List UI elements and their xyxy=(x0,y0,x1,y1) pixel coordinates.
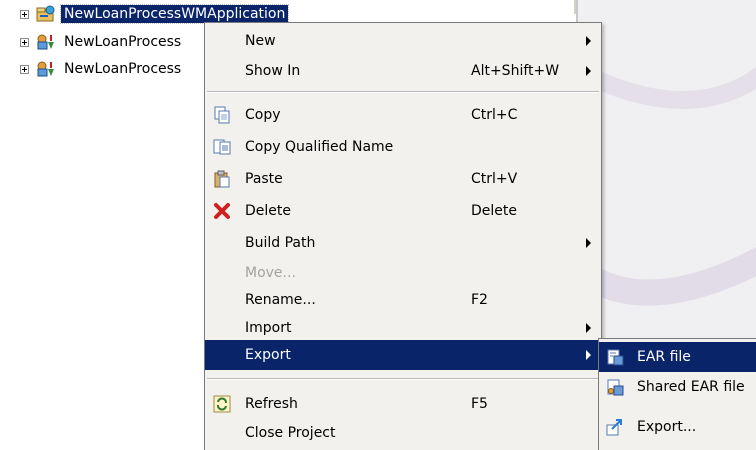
ejb-project-icon xyxy=(35,33,57,51)
menu-item-paste[interactable]: Paste Ctrl+V xyxy=(205,164,601,194)
menu-item-build-path[interactable]: Build Path xyxy=(205,228,601,258)
expand-toggle-icon[interactable] xyxy=(20,64,29,74)
context-menu: New Show In Alt+Shift+W Copy Ctrl+C Copy… xyxy=(204,22,602,450)
submenu-arrow-icon xyxy=(586,350,591,360)
ejb-project-icon xyxy=(35,60,57,78)
expand-toggle-icon[interactable] xyxy=(20,37,29,47)
shared-ear-file-icon xyxy=(606,378,624,396)
menu-item-show-in[interactable]: Show In Alt+Shift+W xyxy=(205,56,601,86)
submenu-arrow-icon xyxy=(586,238,591,248)
menu-item-close-project[interactable]: Close Project xyxy=(205,418,601,448)
application-project-icon xyxy=(35,5,57,23)
tree-item-label[interactable]: NewLoanProcessWMApplication xyxy=(59,4,290,24)
menu-item-shortcut: Alt+Shift+W xyxy=(471,63,560,79)
menu-item-shortcut: F2 xyxy=(471,292,488,308)
export-wizard-icon xyxy=(606,418,624,436)
submenu-item-shared-ear-file[interactable]: Shared EAR file xyxy=(599,372,756,402)
menu-item-label: Import xyxy=(245,320,292,336)
submenu-arrow-icon xyxy=(586,323,591,333)
submenu-item-label: Shared EAR file xyxy=(637,379,745,395)
menu-item-label: Copy Qualified Name xyxy=(245,139,394,155)
refresh-icon xyxy=(213,395,231,413)
menu-item-label: Build Path xyxy=(245,235,316,251)
export-submenu: EAR file Shared EAR file Export... xyxy=(598,338,756,450)
menu-item-delete[interactable]: Delete Delete xyxy=(205,196,601,226)
expand-toggle-icon[interactable] xyxy=(20,9,29,19)
submenu-arrow-icon xyxy=(586,66,591,76)
tree-item-ejb-project-2[interactable]: NewLoanProcess xyxy=(20,58,184,80)
menu-separator xyxy=(207,378,599,380)
menu-item-new[interactable]: New xyxy=(205,26,601,56)
menu-item-label: Copy xyxy=(245,107,281,123)
menu-item-import[interactable]: Import xyxy=(205,313,601,343)
menu-item-label: Export xyxy=(245,347,291,363)
copy-icon xyxy=(213,106,231,124)
menu-item-move: Move... xyxy=(205,258,601,288)
menu-item-copy-qualified-name[interactable]: Copy Qualified Name xyxy=(205,132,601,162)
menu-item-label: Move... xyxy=(245,265,296,281)
menu-item-shortcut: F5 xyxy=(471,396,488,412)
menu-item-shortcut: Ctrl+V xyxy=(471,171,518,187)
submenu-item-label: Export... xyxy=(637,419,697,435)
menu-item-shortcut: Ctrl+C xyxy=(471,107,518,123)
menu-item-label: Delete xyxy=(245,203,291,219)
menu-item-label: Close Project xyxy=(245,425,336,441)
submenu-item-export[interactable]: Export... xyxy=(599,412,756,442)
paste-icon xyxy=(213,170,231,188)
submenu-item-ear-file[interactable]: EAR file xyxy=(599,342,756,372)
menu-item-refresh[interactable]: Refresh F5 xyxy=(205,389,601,419)
tree-item-label[interactable]: NewLoanProcess xyxy=(61,33,184,51)
tree-item-label[interactable]: NewLoanProcess xyxy=(61,60,184,78)
menu-item-label: Paste xyxy=(245,171,283,187)
ear-file-icon xyxy=(606,348,624,366)
menu-item-label: Rename... xyxy=(245,292,316,308)
menu-item-label: Refresh xyxy=(245,396,298,412)
submenu-item-label: EAR file xyxy=(637,349,691,365)
menu-item-copy[interactable]: Copy Ctrl+C xyxy=(205,100,601,130)
menu-item-export[interactable]: Export xyxy=(205,340,601,370)
menu-item-rename[interactable]: Rename... F2 xyxy=(205,285,601,315)
copy-qualified-name-icon xyxy=(213,138,231,156)
tree-item-ejb-project[interactable]: NewLoanProcess xyxy=(20,31,184,53)
menu-item-label: New xyxy=(245,33,276,49)
delete-icon xyxy=(213,202,231,220)
menu-item-label: Show In xyxy=(245,63,301,79)
menu-separator xyxy=(207,91,599,93)
menu-item-shortcut: Delete xyxy=(471,203,517,219)
submenu-arrow-icon xyxy=(586,36,591,46)
